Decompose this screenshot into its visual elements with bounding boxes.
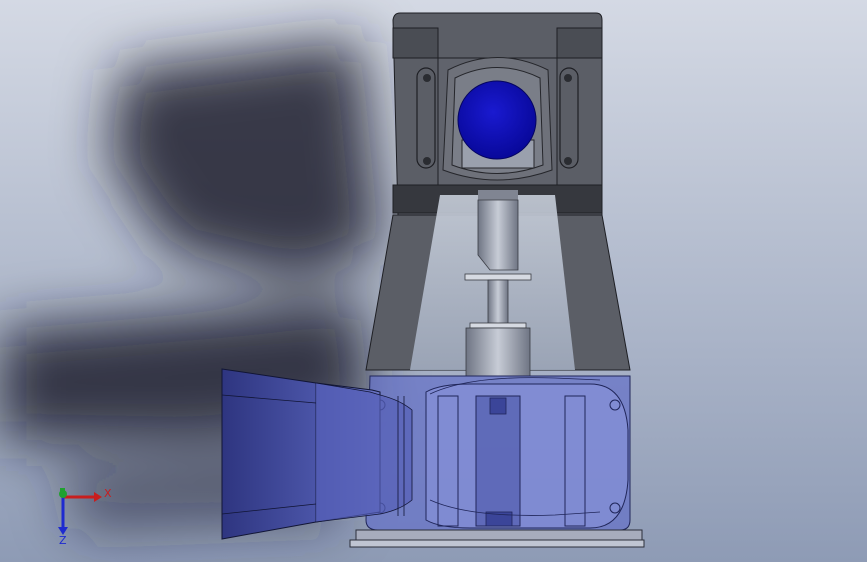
base-plate <box>349 529 645 548</box>
x-axis-label: X <box>104 487 112 500</box>
z-axis-label: Z <box>59 534 67 547</box>
bolt-icon <box>564 74 572 82</box>
housing-cap-left <box>392 27 439 59</box>
rotor-disc[interactable] <box>457 80 537 160</box>
bolt-icon <box>564 157 572 165</box>
bolt-icon <box>423 157 431 165</box>
model-canvas[interactable]: X Z <box>0 0 867 562</box>
bolt-icon <box>423 74 431 82</box>
3d-viewport[interactable]: X Z <box>0 0 867 562</box>
housing-cap-right <box>556 27 603 59</box>
